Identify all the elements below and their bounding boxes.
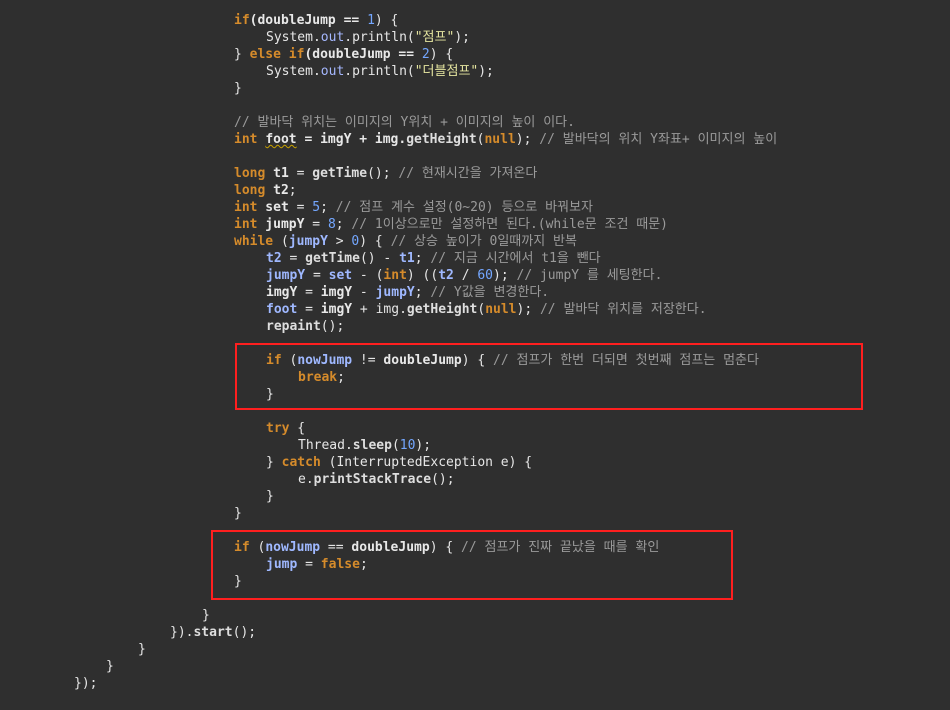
code-line-33: } <box>106 659 114 674</box>
code-line-12: while (jumpY > 0) { // 상승 높이가 0일때까지 반복 <box>234 234 577 249</box>
code-line-8: long t1 = getTime(); // 현재시간을 가져온다 <box>234 166 538 181</box>
code-line-6: // 발바닥 위치는 이미지의 Y위치 + 이미지의 높이 이다. <box>234 115 575 130</box>
code-line-2: System.out.println("점프"); <box>266 30 470 45</box>
code-line-22: Thread.sleep(10); <box>298 438 432 453</box>
code-line-7: int foot = imgY + img.getHeight(null); /… <box>234 132 778 147</box>
code-line-3: } else if(doubleJump == 2) { <box>234 47 454 62</box>
code-line-9: long t2; <box>234 183 297 198</box>
code-line-23: } catch (InterruptedException e) { <box>266 455 533 470</box>
code-line-14: jumpY = set - (int) ((t2 / 60); // jumpY… <box>266 268 663 283</box>
code-line-34: }); <box>74 676 98 691</box>
code-line-4: System.out.println("더블점프"); <box>266 64 494 79</box>
code-line-15: imgY = imgY - jumpY; // Y값을 변경한다. <box>266 285 550 300</box>
code-line-5: } <box>234 81 242 96</box>
code-line-16: foot = imgY + img.getHeight(null); // 발바… <box>266 302 707 317</box>
code-line-32: } <box>138 642 146 657</box>
code-line-11: int jumpY = 8; // 1이상으로만 설정하면 된다.(while문… <box>234 217 669 232</box>
code-editor[interactable]: if(doubleJump == 1) { System.out.println… <box>0 0 950 710</box>
code-line-21: try { <box>266 421 306 436</box>
code-line-10: int set = 5; // 점프 계수 설정(0~20) 등으로 바꿔보자 <box>234 200 593 215</box>
highlight-box-jump-check-block <box>211 530 733 600</box>
highlight-box-break-block <box>235 343 863 410</box>
code-line-31: }).start(); <box>170 625 257 640</box>
code-line-1: if(doubleJump == 1) { <box>234 13 399 28</box>
code-line-30: } <box>202 608 210 623</box>
code-line-25: } <box>266 489 274 504</box>
code-line-24: e.printStackTrace(); <box>298 472 455 487</box>
code-line-26: } <box>234 506 242 521</box>
foot-warning-squiggle[interactable]: foot <box>265 132 296 147</box>
code-line-17: repaint(); <box>266 319 345 334</box>
code-line-13: t2 = getTime() - t1; // 지금 시간에서 t1을 뺀다 <box>266 251 601 266</box>
